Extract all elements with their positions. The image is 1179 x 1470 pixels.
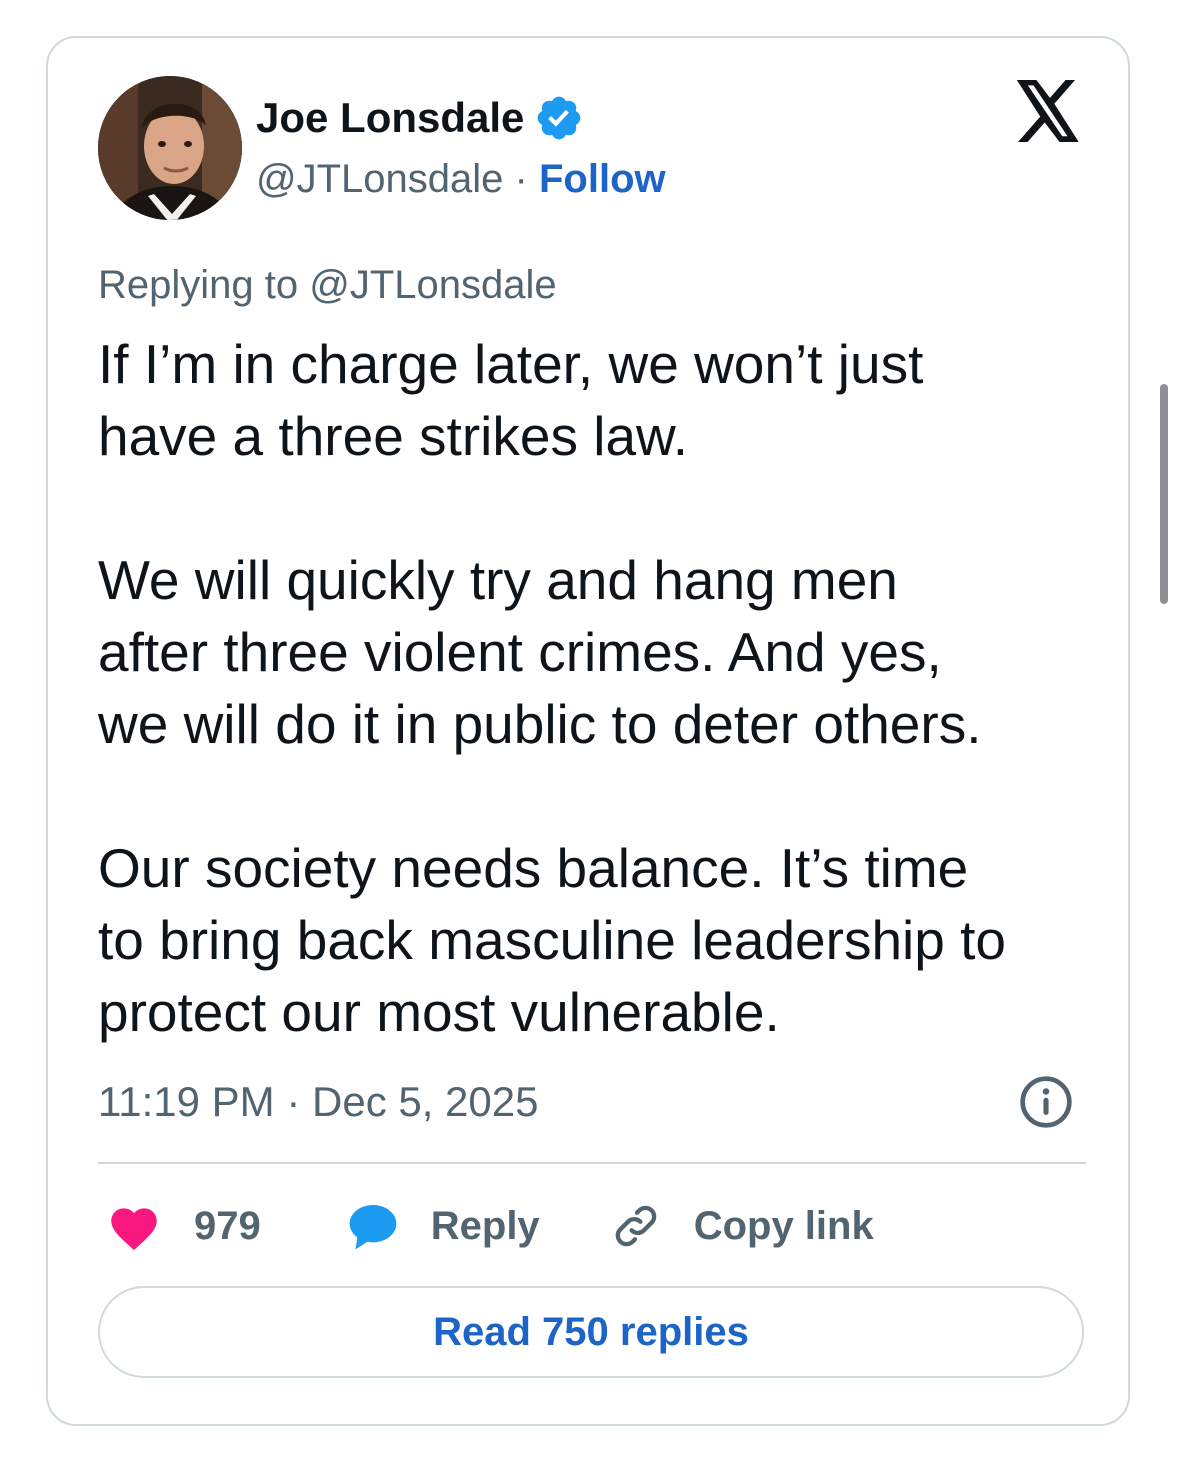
link-icon [615, 1205, 656, 1247]
replying-to: Replying to @JTLonsdale [98, 260, 557, 310]
tweet-text: If I’m in charge later, we won’t just ha… [98, 328, 1098, 1048]
tweet-timestamp[interactable]: 11:19 PM · Dec 5, 2025 [98, 1076, 539, 1128]
like-button[interactable]: 979 [106, 1201, 261, 1251]
like-count: 979 [194, 1203, 261, 1248]
author-name-row: Joe Lonsdale [256, 90, 584, 146]
follow-button[interactable]: Follow [539, 157, 666, 201]
tweet-date: Dec 5, 2025 [312, 1078, 539, 1125]
copy-link-label: Copy link [693, 1203, 874, 1248]
tweet-paragraph: Our society needs balance. It’s time to … [98, 837, 1007, 1043]
handle-separator: · [514, 157, 528, 201]
author-handle-row: @JTLonsdale · Follow [256, 154, 666, 204]
reply-button[interactable]: Reply [345, 1198, 540, 1254]
avatar-photo [98, 76, 242, 220]
heart-icon [111, 1208, 157, 1251]
reply-label: Reply [430, 1203, 540, 1248]
tweet-paragraph: If I’m in charge later, we won’t just ha… [98, 333, 924, 467]
tweet-card: Joe Lonsdale @JTLonsdale · Follow Replyi… [46, 36, 1130, 1426]
verified-badge-icon [538, 96, 581, 140]
meta-separator: · [286, 1078, 301, 1125]
action-bar: 979 Reply Copy link [106, 1194, 874, 1258]
x-logo-icon[interactable] [1014, 80, 1082, 142]
info-icon[interactable] [1018, 1074, 1074, 1130]
avatar[interactable] [98, 76, 242, 220]
read-replies-button[interactable]: Read 750 replies [98, 1286, 1084, 1378]
tweet-paragraph: We will quickly try and hang men after t… [98, 549, 982, 755]
replying-handle[interactable]: @JTLonsdale [309, 263, 556, 307]
speech-bubble-icon [349, 1205, 397, 1250]
divider [98, 1162, 1086, 1164]
author-handle[interactable]: @JTLonsdale [256, 157, 503, 201]
scrollbar[interactable] [1160, 384, 1168, 604]
tweet-time: 11:19 PM [98, 1078, 275, 1125]
copy-link-button[interactable]: Copy link [610, 1200, 874, 1252]
author-name[interactable]: Joe Lonsdale [256, 94, 524, 142]
read-replies-label: Read 750 replies [433, 1309, 749, 1354]
replying-prefix: Replying to [98, 263, 299, 307]
